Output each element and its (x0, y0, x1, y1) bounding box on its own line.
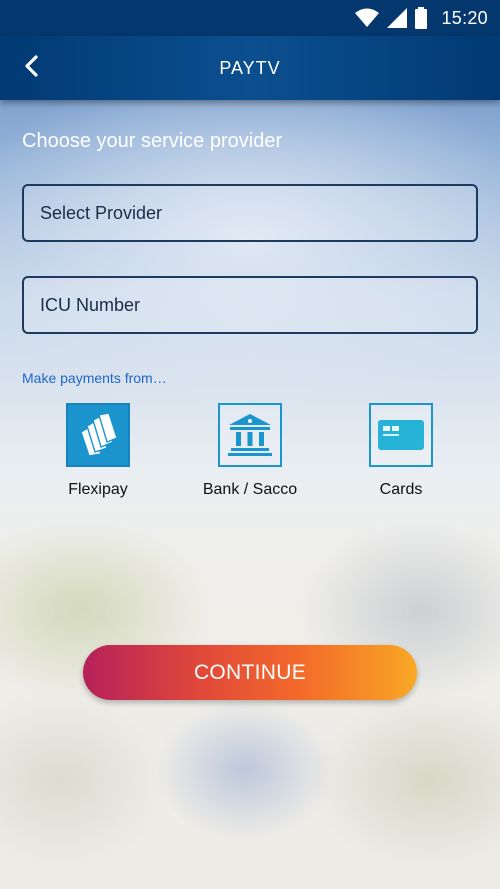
payment-option-label: Flexipay (68, 481, 128, 498)
app-bar: PAYTV (0, 36, 500, 100)
status-time: 15:20 (441, 7, 488, 28)
payment-option-label: Bank / Sacco (202, 481, 298, 498)
payment-source-label: Make payments from… (22, 370, 167, 386)
payment-option-flexipay[interactable]: Flexipay (28, 403, 168, 499)
payment-option-bank[interactable]: Bank / Sacco (180, 403, 320, 499)
payment-option-label: Cards (379, 481, 423, 498)
continue-button[interactable]: CONTINUE (83, 645, 417, 700)
page-title: PAYTV (219, 58, 281, 78)
payment-option-cards[interactable]: Cards (331, 403, 471, 499)
flexipay-icon (66, 403, 130, 467)
signal-icon (387, 8, 408, 28)
section-heading: Choose your service provider (22, 130, 283, 152)
status-bar: 15:20 (0, 0, 500, 36)
select-provider-dropdown[interactable]: Select Provider (22, 184, 478, 242)
wifi-icon (355, 8, 380, 28)
icu-number-input[interactable]: ICU Number (22, 276, 478, 334)
card-icon (369, 403, 433, 467)
payment-options: Flexipay Bank / Sacco Cards (0, 403, 500, 503)
battery-icon (415, 7, 428, 29)
bank-icon (218, 403, 282, 467)
status-icons: 15:20 (355, 0, 488, 36)
